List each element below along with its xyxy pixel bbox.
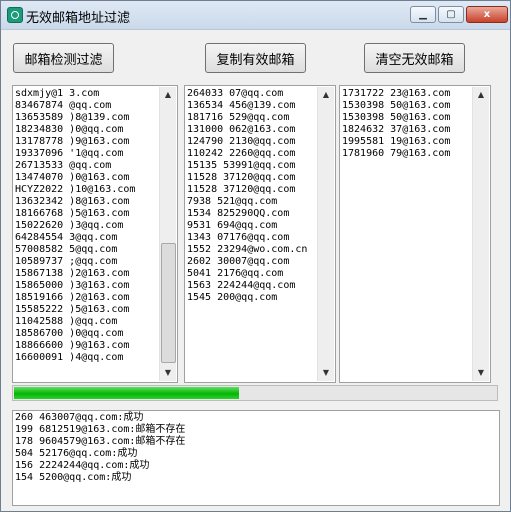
log-line[interactable]: 178 9604579@163.com:邮箱不存在	[15, 436, 185, 448]
input-email-item[interactable]: 64284554 3@qq.com	[15, 232, 135, 244]
input-email-item[interactable]: sdxmjy@1 3.com	[15, 88, 135, 100]
log-line[interactable]: 504 52176@qq.com:成功	[15, 448, 185, 460]
input-email-item[interactable]: 83467874 @qq.com	[15, 100, 135, 112]
window-title: 无效邮箱地址过滤	[26, 11, 131, 26]
input-email-item[interactable]: HCYZ2022 )10@163.com	[15, 184, 135, 196]
input-email-item[interactable]: 15867138 )2@163.com	[15, 268, 135, 280]
input-email-item[interactable]: 15022620 )3@qq.com	[15, 220, 135, 232]
valid-email-list[interactable]: 264033 07@qq.com 136534 456@139.com 181716…	[184, 85, 336, 383]
valid-email-item[interactable]: 9531 694@qq.com	[187, 220, 307, 232]
invalid-list-scrollbar[interactable]: ▲ ▼	[472, 87, 489, 381]
invalid-email-item[interactable]: 1995581 19@163.com	[342, 136, 450, 148]
input-list-scrollbar[interactable]: ▲ ▼	[159, 87, 176, 381]
detect-filter-button[interactable]: 邮箱检测过滤	[13, 43, 114, 73]
invalid-email-list[interactable]: 1731722 23@163.com 1530398 50@163.com 1530…	[339, 85, 491, 383]
input-email-item[interactable]: 15865000 )3@163.com	[15, 280, 135, 292]
input-email-item[interactable]: 57008582 5@qq.com	[15, 244, 135, 256]
clear-invalid-button[interactable]: 清空无效邮箱	[364, 43, 465, 73]
log-line[interactable]: 260 463007@qq.com:成功	[15, 412, 185, 424]
valid-email-item[interactable]: 264033 07@qq.com	[187, 88, 307, 100]
input-email-item[interactable]: 13178778 )9@163.com	[15, 136, 135, 148]
valid-email-item[interactable]: 15135 53991@qq.com	[187, 160, 307, 172]
valid-email-item[interactable]: 110242 2260@qq.com	[187, 148, 307, 160]
invalid-email-item[interactable]: 1781960 79@163.com	[342, 148, 450, 160]
input-email-item[interactable]: 10589737 ;@qq.com	[15, 256, 135, 268]
input-email-item[interactable]: 18866600 )9@163.com	[15, 340, 135, 352]
log-line[interactable]: 154 5200@qq.com:成功	[15, 472, 185, 484]
input-email-item[interactable]: 18234830 )0@qq.com	[15, 124, 135, 136]
valid-email-item[interactable]: 181716 529@qq.com	[187, 112, 307, 124]
valid-email-item[interactable]: 124790 2130@qq.com	[187, 136, 307, 148]
input-email-item[interactable]: 13474070 )0@163.com	[15, 172, 135, 184]
maximize-button[interactable]: ▢	[438, 6, 464, 23]
invalid-email-item[interactable]: 1530398 50@163.com	[342, 112, 450, 124]
scroll-down-arrow-icon[interactable]: ▼	[160, 365, 176, 381]
valid-email-item[interactable]: 7938 521@qq.com	[187, 196, 307, 208]
input-email-item[interactable]: 16600091 )4@qq.com	[15, 352, 135, 364]
invalid-email-item[interactable]: 1731722 23@163.com	[342, 88, 450, 100]
valid-email-item[interactable]: 136534 456@139.com	[187, 100, 307, 112]
input-email-item[interactable]: 26713533 @qq.com	[15, 160, 135, 172]
valid-email-item[interactable]: 2602 30007@qq.com	[187, 256, 307, 268]
input-email-item[interactable]: 18519166 )2@163.com	[15, 292, 135, 304]
input-email-item[interactable]: 15585222 )5@163.com	[15, 304, 135, 316]
input-email-item[interactable]: 18586700 )0@qq.com	[15, 328, 135, 340]
valid-email-item[interactable]: 11528 37120@qq.com	[187, 184, 307, 196]
valid-email-item[interactable]: 1552 23294@wo.com.cn	[187, 244, 307, 256]
log-line[interactable]: 199 6812519@163.com:邮箱不存在	[15, 424, 185, 436]
app-icon	[7, 7, 23, 23]
invalid-email-lines: 1731722 23@163.com 1530398 50@163.com 1530…	[342, 88, 450, 160]
minimize-button[interactable]: ▁	[410, 6, 436, 23]
invalid-email-item[interactable]: 1824632 37@163.com	[342, 124, 450, 136]
valid-email-lines: 264033 07@qq.com 136534 456@139.com 181716…	[187, 88, 307, 304]
valid-email-item[interactable]: 5041 2176@qq.com	[187, 268, 307, 280]
input-email-item[interactable]: 13653589 )8@139.com	[15, 112, 135, 124]
valid-email-item[interactable]: 1534 825290QQ.com	[187, 208, 307, 220]
input-email-item[interactable]: 13632342 )8@163.com	[15, 196, 135, 208]
input-email-item[interactable]: 19337096 '1@qq.com	[15, 148, 135, 160]
app-window: 无效邮箱地址过滤 ▁ ▢ x 邮箱检测过滤 复制有效邮箱 清空无效邮箱 sdxm…	[0, 0, 511, 512]
result-log-lines: 260 463007@qq.com:成功 199 6812519@163.com:…	[15, 412, 185, 484]
valid-email-item[interactable]: 1545 200@qq.com	[187, 292, 307, 304]
scroll-down-arrow-icon[interactable]: ▼	[318, 365, 334, 381]
input-email-item[interactable]: 11042588 )@qq.com	[15, 316, 135, 328]
valid-email-item[interactable]: 1343 07176@qq.com	[187, 232, 307, 244]
input-email-item[interactable]: 18166768 )5@163.com	[15, 208, 135, 220]
input-email-lines: sdxmjy@1 3.com 83467874 @qq.com 13653589 )…	[15, 88, 135, 364]
result-log[interactable]: 260 463007@qq.com:成功 199 6812519@163.com:…	[12, 410, 500, 506]
title-bar: 无效邮箱地址过滤 ▁ ▢ x	[1, 1, 510, 30]
valid-email-item[interactable]: 11528 37120@qq.com	[187, 172, 307, 184]
scroll-thumb[interactable]	[161, 243, 176, 363]
input-email-list[interactable]: sdxmjy@1 3.com 83467874 @qq.com 13653589 )…	[12, 85, 178, 383]
progress-bar	[12, 385, 498, 401]
log-line[interactable]: 156 2224244@qq.com:成功	[15, 460, 185, 472]
scroll-up-arrow-icon[interactable]: ▲	[318, 87, 334, 103]
invalid-email-item[interactable]: 1530398 50@163.com	[342, 100, 450, 112]
progress-bar-fill	[14, 387, 240, 399]
scroll-up-arrow-icon[interactable]: ▲	[160, 87, 176, 103]
scroll-up-arrow-icon[interactable]: ▲	[473, 87, 489, 103]
copy-valid-button[interactable]: 复制有效邮箱	[205, 43, 306, 73]
close-button[interactable]: x	[466, 6, 508, 23]
valid-email-item[interactable]: 131000 062@163.com	[187, 124, 307, 136]
valid-list-scrollbar[interactable]: ▲ ▼	[317, 87, 334, 381]
valid-email-item[interactable]: 1563 224244@qq.com	[187, 280, 307, 292]
scroll-down-arrow-icon[interactable]: ▼	[473, 365, 489, 381]
